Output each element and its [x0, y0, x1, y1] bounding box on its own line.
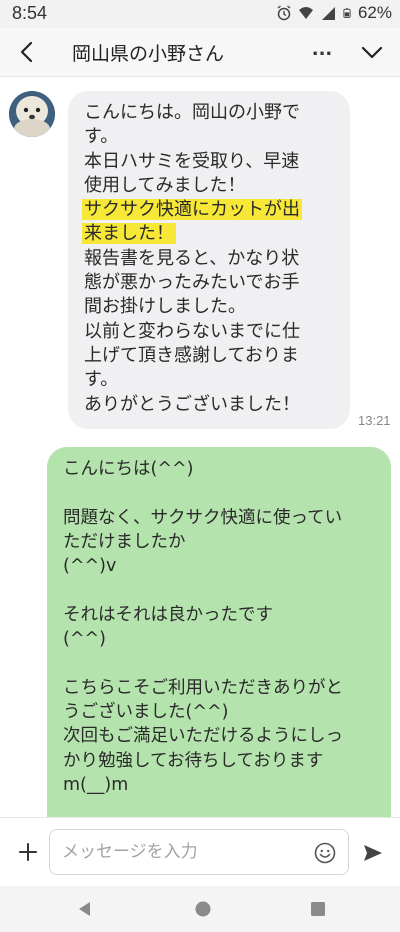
message-line: うございました(^^) [63, 701, 229, 722]
chat-header: 岡山県の小野さん ... [0, 28, 400, 77]
send-icon[interactable] [361, 841, 385, 865]
message-line: こちらこそご利用いただきありがと [63, 677, 343, 698]
nav-recent-apps-icon[interactable] [310, 901, 326, 917]
message-input-bar [0, 817, 400, 887]
message-line [63, 651, 375, 675]
battery-icon [343, 8, 351, 18]
message-line: 上げて頂き感謝しておりま [84, 344, 299, 366]
status-time: 8:54 [12, 3, 48, 23]
message-line [63, 481, 375, 505]
message-line: 次回もご満足いただけるようにしっ [63, 726, 343, 747]
message-line: (^^)v [63, 556, 117, 577]
message-input[interactable] [49, 829, 349, 875]
message-line: す。 [84, 369, 119, 391]
wifi-icon [298, 7, 313, 19]
message-line: ありがとうございました！ [84, 393, 300, 415]
status-bar: 8:54 62% [0, 0, 400, 28]
message-list[interactable]: こんにちは。岡山の小野で す。 本日ハサミを受取り、早速 使用してみました！ サ… [0, 77, 400, 817]
message-line: 問題なく、サクサク快適に使ってい [63, 507, 343, 528]
outgoing-message-bubble[interactable]: こんにちは(^^) 問題なく、サクサク快適に使ってい ただけましたか (^^)v… [47, 447, 391, 817]
chat-title: 岡山県の小野さん [72, 43, 225, 65]
message-line: 使用してみました！ [84, 174, 246, 196]
chat-screen: 8:54 62% 岡山県の小野さん ... こんにちは。岡山の小野で す。 本日… [0, 0, 400, 932]
message-line [63, 578, 375, 602]
highlighted-text: サクサク快適にカットが出 [82, 199, 302, 221]
highlighted-text: 来ました！ [82, 223, 176, 245]
message-line: 本日ハサミを受取り、早速 [84, 150, 300, 172]
message-line: 間お掛けしました。 [84, 296, 246, 318]
dog-avatar-icon [9, 91, 55, 137]
message-line: かり勉強してお待ちしております [63, 750, 324, 771]
battery-percent: 62% [357, 3, 392, 22]
message-line: こんにちは(^^) [63, 459, 194, 479]
message-line: 以前と変わらないまでに仕 [84, 320, 300, 342]
message-timestamp: 13:21 [358, 413, 391, 428]
avatar[interactable] [9, 91, 55, 137]
message-line: こんにちは。岡山の小野で [84, 102, 300, 123]
nav-back-icon[interactable] [76, 900, 94, 918]
message-line: それはそれは良かったです [63, 604, 273, 625]
system-nav-bar [0, 886, 400, 932]
message-line: す。 [84, 126, 119, 148]
alarm-icon [277, 5, 291, 21]
incoming-message-bubble[interactable]: こんにちは。岡山の小野で す。 本日ハサミを受取り、早速 使用してみました！ サ… [68, 91, 350, 429]
more-options-button[interactable]: ... [308, 40, 336, 64]
signal-icon [321, 7, 335, 20]
message-line: ただけましたか [63, 531, 186, 552]
message-line: m(__)m [63, 774, 129, 795]
chevron-down-icon[interactable] [358, 38, 386, 66]
message-line: 態が悪かったみたいでお手 [84, 272, 300, 294]
emoji-icon[interactable] [314, 842, 336, 864]
nav-home-icon[interactable] [194, 900, 212, 918]
message-line: (^^) [63, 629, 106, 650]
status-icons: 62% [276, 3, 392, 23]
message-line: 報告書を見ると、かなり状 [84, 247, 300, 269]
back-arrow-icon[interactable] [14, 38, 42, 66]
plus-icon[interactable] [16, 840, 40, 864]
